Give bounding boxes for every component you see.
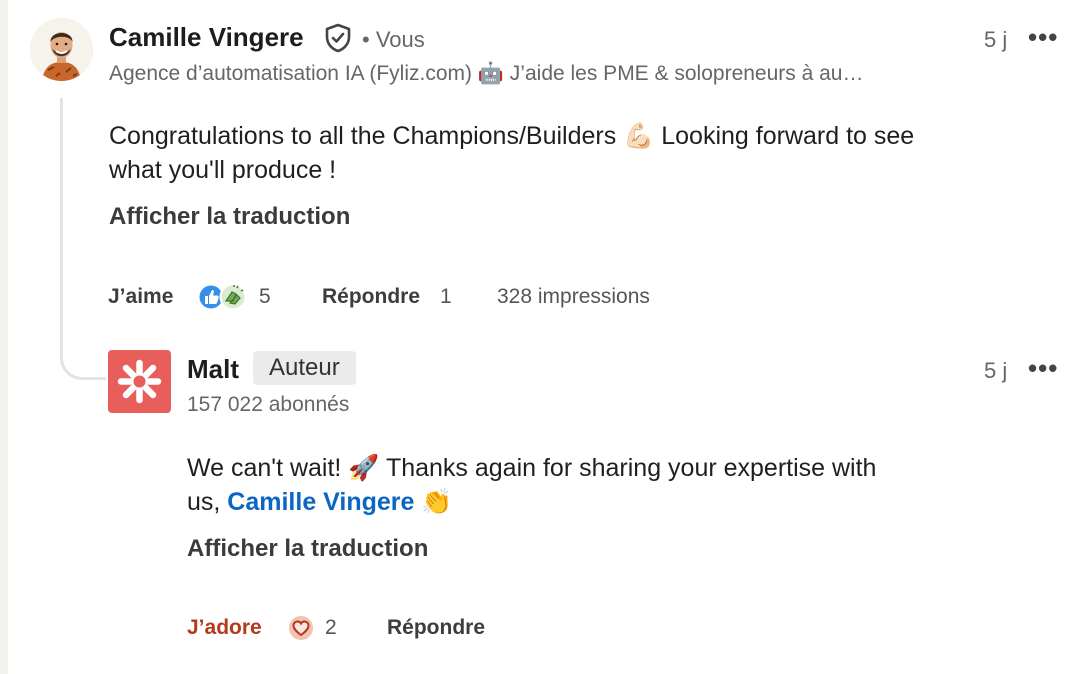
you-indicator: • Vous [362, 27, 425, 52]
thread-connector-line [60, 98, 106, 380]
reply-text-line2: us, Camille Vingere 👏 [187, 485, 453, 519]
more-options-icon[interactable]: ••• [1028, 24, 1058, 50]
reply-text-suffix: 👏 [414, 488, 453, 516]
comment-text-line1: Congratulations to all the Champions/Bui… [109, 122, 915, 150]
mention-link[interactable]: Camille Vingere [227, 488, 414, 516]
left-edge-strip [0, 0, 8, 674]
show-translation-link[interactable]: Afficher la traduction [109, 203, 350, 231]
reaction-count[interactable]: 5 [259, 285, 271, 309]
comment-text-line2: what you'll produce ! [109, 156, 337, 184]
like-button[interactable]: J’aime [108, 285, 173, 309]
reply-show-translation-link[interactable]: Afficher la traduction [187, 535, 428, 563]
comment-author-name[interactable]: Camille Vingere [109, 22, 304, 53]
reply-reply-button[interactable]: Répondre [387, 616, 485, 640]
reaction-icons[interactable] [197, 282, 251, 312]
verified-shield-icon [325, 23, 351, 53]
reply-text-line1: We can't wait! 🚀 Thanks again for sharin… [187, 454, 877, 482]
comment-timestamp: 5 j [984, 27, 1008, 52]
celebrate-reaction-icon [219, 283, 247, 311]
reply-author-followers: 157 022 abonnés [187, 393, 350, 416]
reply-reaction-count[interactable]: 2 [325, 616, 337, 640]
avatar-camille[interactable] [30, 18, 93, 81]
love-reaction-icon[interactable] [286, 613, 316, 643]
reply-more-options-icon[interactable]: ••• [1028, 355, 1058, 381]
malt-logo-avatar[interactable] [108, 350, 171, 413]
reply-button[interactable]: Répondre [322, 285, 420, 309]
reply-text-prefix: us, [187, 488, 228, 516]
comment-author-headline: Agence d’automatisation IA (Fyliz.com) 🤖… [109, 62, 864, 85]
reply-author-name[interactable]: Malt [187, 354, 239, 385]
love-reaction-button[interactable]: J’adore [187, 616, 262, 640]
reply-timestamp: 5 j [984, 358, 1008, 383]
impressions-count: 328 impressions [497, 285, 650, 308]
author-badge: Auteur [253, 351, 356, 385]
reply-count[interactable]: 1 [440, 285, 452, 309]
